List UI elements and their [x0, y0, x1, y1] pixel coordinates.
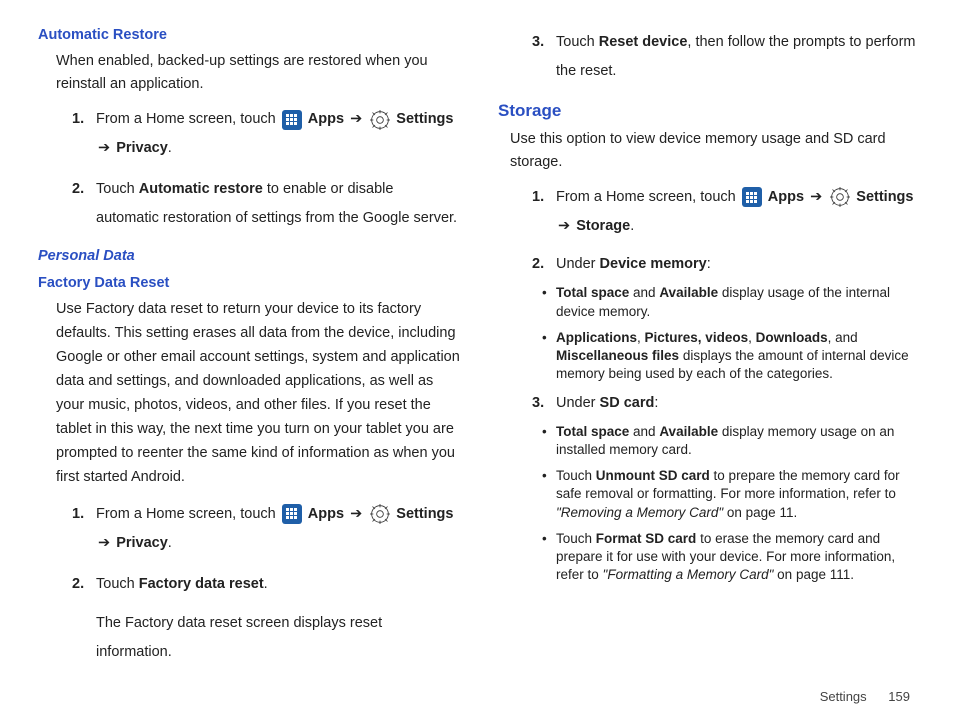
steps-storage: From a Home screen, touch Apps ➔ Setting… — [532, 183, 920, 276]
para-storage: Use this option to view device memory us… — [510, 128, 920, 173]
right-column: Touch Reset device, then follow the prom… — [498, 22, 920, 679]
para-factory: Use Factory data reset to return your de… — [56, 298, 460, 489]
steps-auto-restore: From a Home screen, touch Apps ➔ Setting… — [72, 105, 460, 233]
step-subpara: The Factory data reset screen displays r… — [96, 609, 460, 667]
list-item: Total space and Available display memory… — [542, 423, 920, 459]
heading-storage: Storage — [498, 98, 920, 124]
steps-factory-cont: Touch Reset device, then follow the prom… — [532, 28, 920, 86]
step-item: Under SD card: — [532, 392, 920, 415]
apps-icon — [282, 110, 302, 130]
step-item: From a Home screen, touch Apps ➔ Setting… — [532, 183, 920, 241]
step-item: From a Home screen, touch Apps ➔ Setting… — [72, 500, 460, 558]
bullets-sd-card: Total space and Available display memory… — [542, 423, 920, 585]
step-item: Under Device memory: — [532, 253, 920, 276]
step-item: Touch Factory data reset. The Factory da… — [72, 570, 460, 667]
page-footer: Settings 159 — [38, 687, 920, 707]
heading-automatic-restore: Automatic Restore — [38, 24, 460, 46]
step-item: Touch Reset device, then follow the prom… — [532, 28, 920, 86]
footer-section: Settings — [820, 689, 867, 704]
bullets-device-memory: Total space and Available display usage … — [542, 284, 920, 383]
apps-icon — [742, 187, 762, 207]
steps-storage-cont: Under SD card: — [532, 392, 920, 415]
list-item: Applications, Pictures, videos, Download… — [542, 329, 920, 384]
heading-factory-reset: Factory Data Reset — [38, 272, 460, 294]
step-item: From a Home screen, touch Apps ➔ Setting… — [72, 105, 460, 163]
list-item: Touch Unmount SD card to prepare the mem… — [542, 467, 920, 522]
list-item: Touch Format SD card to erase the memory… — [542, 530, 920, 585]
settings-icon — [830, 187, 850, 207]
steps-factory: From a Home screen, touch Apps ➔ Setting… — [72, 500, 460, 667]
left-column: Automatic Restore When enabled, backed-u… — [38, 22, 460, 679]
list-item: Total space and Available display usage … — [542, 284, 920, 320]
settings-icon — [370, 110, 390, 130]
settings-icon — [370, 504, 390, 524]
step-item: Touch Automatic restore to enable or dis… — [72, 175, 460, 233]
para-auto-restore: When enabled, backed-up settings are res… — [56, 50, 460, 95]
apps-icon — [282, 504, 302, 524]
heading-personal-data: Personal Data — [38, 245, 460, 267]
page-number: 159 — [888, 687, 910, 707]
